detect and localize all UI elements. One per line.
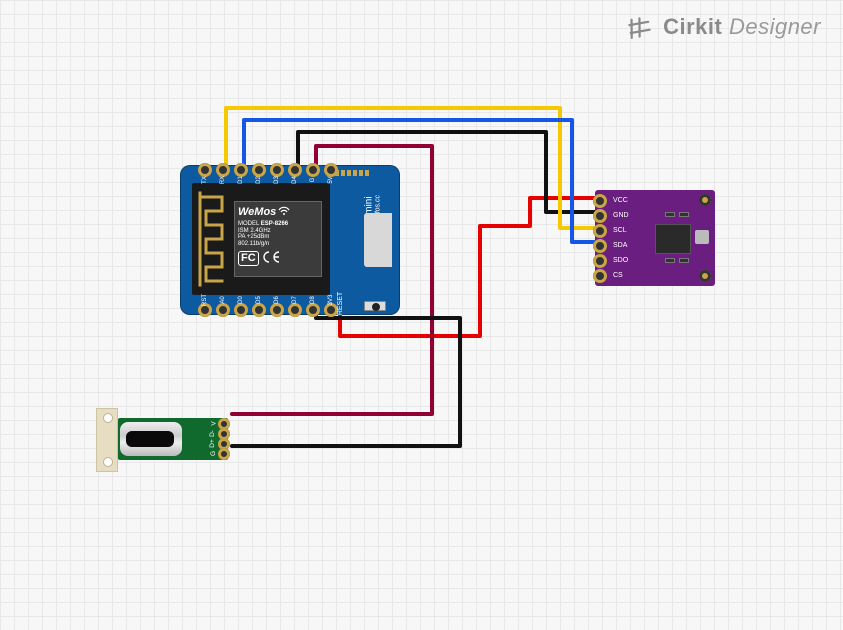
pin-label: G (210, 451, 217, 456)
module-brand: WeMos (238, 206, 276, 219)
module-model-prefix: MODEL (238, 221, 259, 227)
module-model: ESP-8266 (261, 221, 288, 227)
esp-pin-tx: TX (198, 163, 212, 177)
wire-layer (0, 0, 843, 630)
pin-label: G (310, 178, 316, 183)
sensor-chip-icon (695, 230, 709, 244)
microsd-slot-icon (364, 213, 392, 267)
sensor-ic-icon (655, 224, 691, 254)
bme-sensor-board: VCC GND SCL SDA SDO CS (595, 190, 715, 286)
esp8266-module: WeMos MODEL ESP-8266 ISM 2.4GHz PA +25dB… (192, 183, 330, 295)
pin-label: CS (613, 272, 623, 279)
pin-label: D1 (238, 176, 244, 184)
pin-label: SDA (613, 242, 627, 249)
brand-hash-icon (627, 14, 656, 40)
pin-label: D6 (274, 296, 280, 304)
esp-pin-rst: RST (198, 303, 212, 317)
brand-name: Cirkit (663, 14, 722, 39)
reset-button[interactable] (364, 301, 386, 311)
esp-pin-5v: 5V (324, 163, 338, 177)
module-power: PA +25dBm (238, 234, 290, 241)
esp-top-pin-header: TX RX D1 D2 D3 D4 G 5V (198, 163, 338, 177)
esp-pin-a0: A0 (216, 303, 230, 317)
smd-component-icon (679, 258, 689, 263)
usb-c-connector-icon (120, 422, 182, 456)
sensor-pin-vcc (593, 194, 607, 208)
esp-pin-rx: RX (216, 163, 230, 177)
esp-pin-d4: D4 (288, 163, 302, 177)
esp-pin-g: G (306, 163, 320, 177)
smd-component-icon (665, 258, 675, 263)
pin-label: D- (209, 430, 216, 437)
pcb-antenna-icon (196, 189, 230, 289)
pin-label: D5 (256, 296, 262, 304)
usb-mount-plate (96, 408, 118, 472)
reset-label: RESET (337, 292, 344, 315)
esp-pin-3v3: 3V3 (324, 303, 338, 317)
esp-pin-d1: D1 (234, 163, 248, 177)
pin-label: 5V (328, 176, 334, 183)
smd-component-icon (665, 212, 675, 217)
pin-label: RST (202, 294, 208, 306)
sensor-pin-sdo (593, 254, 607, 268)
pin-label: V (210, 421, 217, 425)
esp-pin-d3: D3 (270, 163, 284, 177)
pin-label: VCC (613, 197, 628, 204)
esp-d1-mini-board: WeMos MODEL ESP-8266 ISM 2.4GHz PA +25dB… (180, 165, 400, 315)
brand-logo: Cirkit Designer (629, 14, 821, 40)
sensor-pin-sda (593, 239, 607, 253)
ce-icon (263, 251, 281, 266)
esp-pin-d8: D8 (306, 303, 320, 317)
esp-chip-label: WeMos MODEL ESP-8266 ISM 2.4GHz PA +25dB… (238, 205, 290, 266)
pin-label: D+ (208, 439, 215, 448)
pin-label: TX (202, 176, 208, 184)
pin-label: RX (220, 176, 226, 184)
sensor-pin-cs (593, 269, 607, 283)
mounting-hole-icon (699, 194, 711, 206)
module-wifi-std: 802.11b/g/n (238, 241, 290, 248)
esp-pin-d5: D5 (252, 303, 266, 317)
esp-pin-d2: D2 (252, 163, 266, 177)
pin-label: SDO (613, 257, 628, 264)
pin-label: D7 (292, 296, 298, 304)
esp-pin-d6: D6 (270, 303, 284, 317)
module-band: ISM 2.4GHz (238, 228, 290, 235)
pin-label: A0 (220, 296, 226, 303)
sensor-pin-scl (593, 224, 607, 238)
esp-bottom-pin-header: RST A0 D0 D5 D6 D7 D8 3V3 (198, 303, 338, 317)
mounting-hole-icon (699, 270, 711, 282)
sensor-pin-gnd (593, 209, 607, 223)
pin-label: D2 (256, 176, 262, 184)
pin-label: D3 (274, 176, 280, 184)
smd-component-icon (679, 212, 689, 217)
module-castellation-icon (335, 170, 377, 176)
pin-label: GND (613, 212, 629, 219)
pin-label: D4 (292, 176, 298, 184)
pin-label: SCL (613, 227, 627, 234)
esp-pin-d7: D7 (288, 303, 302, 317)
pin-label: D8 (310, 296, 316, 304)
pin-label: 3V3 (328, 295, 334, 306)
usb-c-breakout: V D- D+ G (96, 408, 236, 472)
pin-label: D0 (238, 296, 244, 304)
wifi-icon (278, 205, 290, 215)
brand-suffix: Designer (729, 14, 821, 39)
usb-pin-g (218, 448, 230, 460)
esp-pin-d0: D0 (234, 303, 248, 317)
fcc-icon: FC (238, 251, 259, 266)
wire-g-bottom-to-usb-g (232, 310, 460, 446)
